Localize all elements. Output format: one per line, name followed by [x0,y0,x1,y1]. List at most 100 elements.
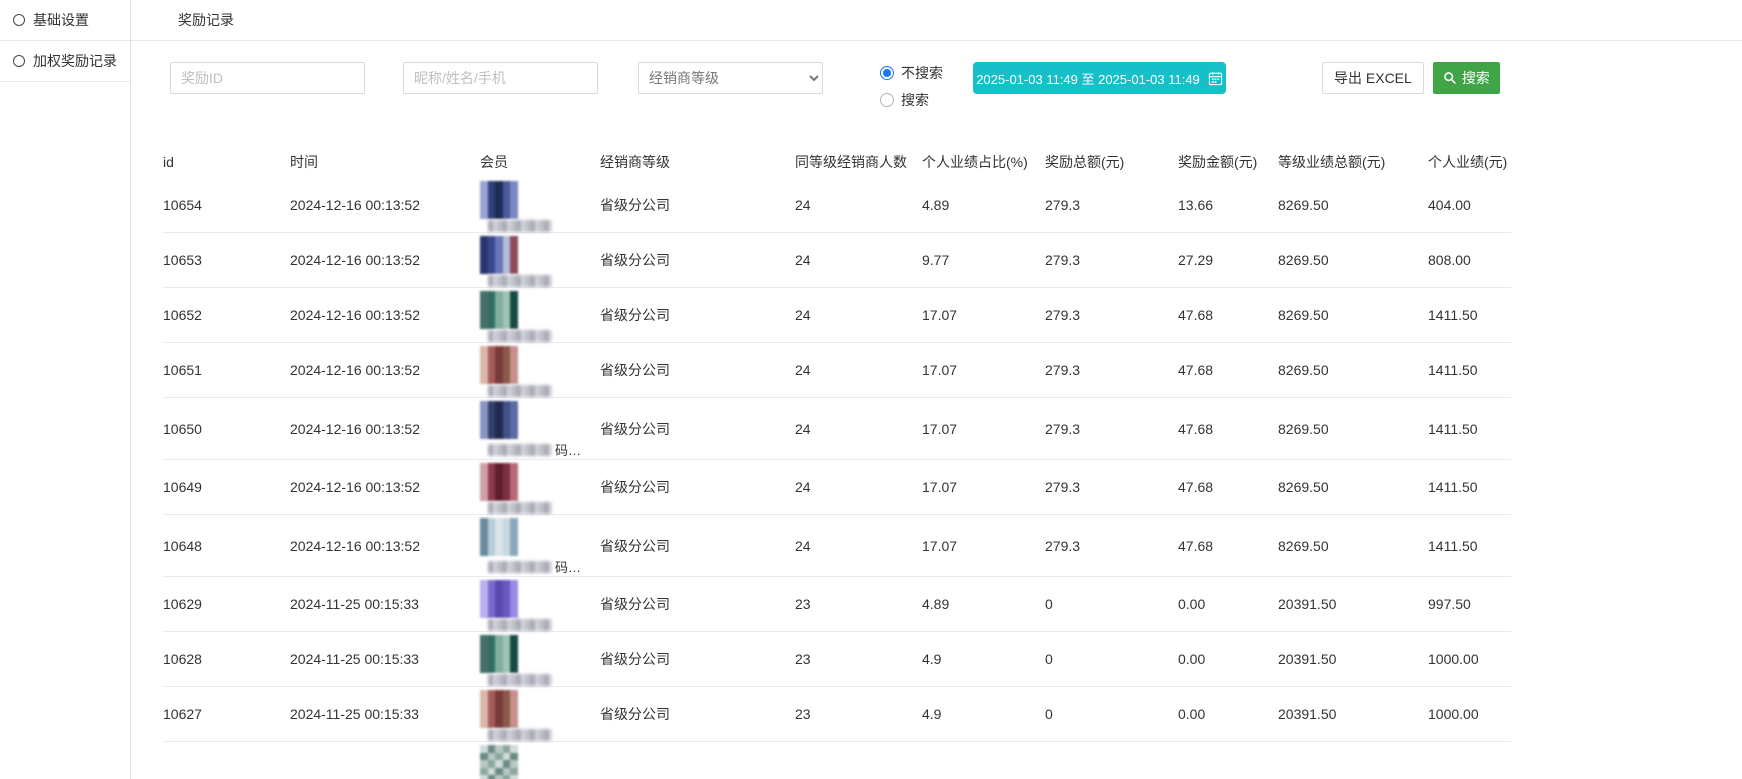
cell-time: 2024-12-16 00:13:52 [290,460,480,515]
cell-level-total [1278,742,1428,779]
search-button-label: 搜索 [1462,68,1490,88]
cell-member [480,577,600,632]
member-name-blurred [488,275,552,287]
cell-id: 10652 [163,288,290,343]
cell-reward-total: 0 [1045,577,1178,632]
cell-level-total: 8269.50 [1278,178,1428,233]
member-avatar [480,580,518,618]
table-row: 10654 2024-12-16 00:13:52 省级分公司 24 4.89 … [163,178,1511,233]
cell-dealer-level: 省级分公司 [600,632,795,687]
member-name-row [480,674,600,686]
radio-search[interactable]: 搜索 [880,90,943,110]
date-range-button[interactable]: 2025-01-03 11:49 至 2025-01-03 11:49 [973,62,1226,94]
cell-member: 码… [480,398,600,460]
cell-same-level-count: 24 [795,288,922,343]
member-name-row: 码… [480,557,600,576]
cell-member [480,233,600,288]
cell-same-level-count: 23 [795,687,922,742]
cell-id: 10649 [163,460,290,515]
table-header-row: id 时间 会员 经销商等级 同等级经销商人数 个人业绩占比(%) 奖励总额(元… [163,146,1511,178]
member-name-row: 码… [480,440,600,459]
member-avatar [480,745,518,779]
cell-personal-performance: 1411.50 [1428,460,1511,515]
member-name-blurred [488,330,552,342]
cell-personal-performance: 1411.50 [1428,288,1511,343]
cell-reward-total: 279.3 [1045,288,1178,343]
member-name-suffix: 码… [555,440,581,459]
cell-personal-performance: 997.50 [1428,577,1511,632]
cell-personal-ratio: 4.89 [922,178,1045,233]
cell-same-level-count [795,742,922,779]
member-name-suffix: 码… [555,557,581,576]
nickname-input[interactable] [403,62,598,94]
column-header-dealer-level: 经销商等级 [600,146,795,178]
member-name-row [480,330,600,342]
reward-records-table: id 时间 会员 经销商等级 同等级经销商人数 个人业绩占比(%) 奖励总额(元… [163,146,1511,779]
cell-level-total: 8269.50 [1278,515,1428,577]
cell-time: 2024-12-16 00:13:52 [290,178,480,233]
cell-personal-performance [1428,742,1511,779]
sidebar-item-basic-settings[interactable]: 基础设置 [0,0,130,41]
cell-level-total: 8269.50 [1278,398,1428,460]
search-button[interactable]: 搜索 [1433,62,1500,94]
cell-id: 10650 [163,398,290,460]
cell-reward-amount [1178,742,1278,779]
radio-selected-icon[interactable] [880,66,894,80]
member-name-blurred [488,444,552,456]
radio-no-search[interactable]: 不搜索 [880,63,943,83]
cell-reward-total [1045,742,1178,779]
column-header-reward-total: 奖励总额(元) [1045,146,1178,178]
cell-time: 2024-12-16 00:13:52 [290,515,480,577]
cell-level-total: 8269.50 [1278,288,1428,343]
radio-search-label: 搜索 [901,90,929,110]
table-row: 10651 2024-12-16 00:13:52 省级分公司 24 17.07… [163,343,1511,398]
export-excel-label: 导出 EXCEL [1334,70,1412,86]
cell-personal-performance: 1411.50 [1428,398,1511,460]
cell-member [480,742,600,779]
cell-id: 10651 [163,343,290,398]
cell-personal-ratio: 4.9 [922,632,1045,687]
cell-reward-amount: 47.68 [1178,343,1278,398]
reward-id-input[interactable] [170,62,365,94]
cell-time: 2024-11-25 00:15:33 [290,577,480,632]
main-content: 奖励记录 经销商等级 不搜索 搜索 2025-01-03 11:49 至 202… [131,0,1742,779]
cell-time: 2024-11-25 00:15:33 [290,687,480,742]
cell-id: 10653 [163,233,290,288]
cell-member [480,343,600,398]
cell-reward-total: 279.3 [1045,515,1178,577]
cell-id: 10629 [163,577,290,632]
member-name-blurred [488,385,552,397]
page-header: 奖励记录 [131,0,1742,41]
cell-level-total: 20391.50 [1278,577,1428,632]
cell-personal-ratio: 17.07 [922,288,1045,343]
cell-member [480,178,600,233]
cell-dealer-level: 省级分公司 [600,515,795,577]
member-avatar [480,346,518,384]
cell-reward-amount: 13.66 [1178,178,1278,233]
cell-reward-amount: 47.68 [1178,460,1278,515]
cell-same-level-count: 23 [795,577,922,632]
column-header-reward-amount: 奖励金额(元) [1178,146,1278,178]
radio-unselected-icon[interactable] [880,93,894,107]
cell-reward-total: 279.3 [1045,460,1178,515]
member-name-blurred [488,502,552,514]
cell-personal-ratio: 4.89 [922,577,1045,632]
page-title: 奖励记录 [178,10,234,30]
cell-reward-amount: 47.68 [1178,515,1278,577]
app-window: 基础设置 加权奖励记录 奖励记录 经销商等级 不搜索 [0,0,1742,779]
table-row: 10627 2024-11-25 00:15:33 省级分公司 23 4.9 0… [163,687,1511,742]
cell-personal-performance: 1000.00 [1428,687,1511,742]
cell-time [290,742,480,779]
cell-reward-amount: 47.68 [1178,288,1278,343]
dealer-level-select[interactable]: 经销商等级 [638,62,823,94]
cell-member [480,632,600,687]
cell-member [480,687,600,742]
member-name-blurred [488,619,552,631]
member-avatar [480,690,518,728]
sidebar-item-weighted-reward-records[interactable]: 加权奖励记录 [0,41,130,82]
sidebar-item-label: 基础设置 [33,10,89,30]
cell-reward-total: 0 [1045,687,1178,742]
export-excel-button[interactable]: 导出 EXCEL [1322,62,1424,94]
cell-time: 2024-11-25 00:15:33 [290,632,480,687]
member-avatar [480,401,518,439]
